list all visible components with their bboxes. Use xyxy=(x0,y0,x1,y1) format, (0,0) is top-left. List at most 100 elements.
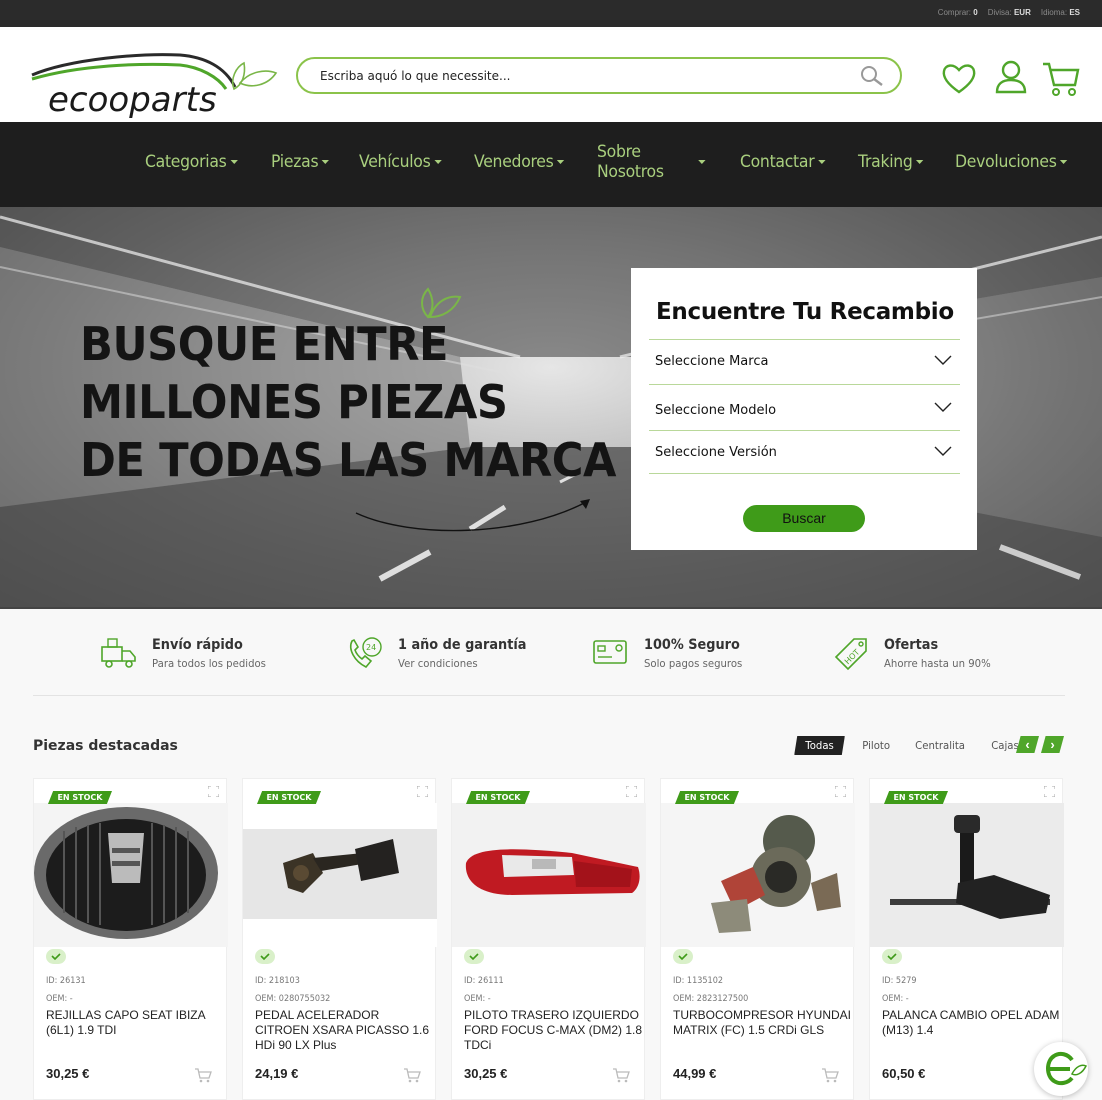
tab-todas[interactable]: Todas xyxy=(794,736,845,755)
nav-item-sobre-nosotros[interactable]: Sobre Nosotros xyxy=(597,142,706,182)
add-to-cart-icon[interactable] xyxy=(194,1067,212,1083)
nav-label: Venedores xyxy=(473,152,554,172)
featured-title: Piezas destacadas xyxy=(33,738,178,754)
expand-icon[interactable] xyxy=(626,786,637,797)
currency-selector[interactable]: Divisa: EUR xyxy=(988,8,1031,17)
product-card[interactable]: EN STOCK ID: 26111 OEM: - PILOTO TRASERO… xyxy=(451,778,646,1100)
tab-piloto[interactable]: Piloto xyxy=(862,739,890,752)
tab-cajas[interactable]: Cajas xyxy=(991,739,1019,752)
product-name[interactable]: PALANCA CAMBIO OPEL ADAM (M13) 1.4 xyxy=(882,1008,1060,1038)
nav-label: Categorias xyxy=(145,152,227,172)
add-to-cart-icon[interactable] xyxy=(821,1067,839,1083)
nav-item-contactar[interactable]: Contactar xyxy=(740,150,826,174)
caret-down-icon xyxy=(698,160,706,164)
hero-banner: BUSQUE ENTRE MILLONES PIEZAS DE TODAS LA… xyxy=(0,207,1102,608)
nav-item-devoluciones[interactable]: Devoluciones xyxy=(955,150,1068,174)
expand-icon[interactable] xyxy=(835,786,846,797)
product-card[interactable]: EN STOCK ID: 1135102 OEM: 2823127500 TUR… xyxy=(660,778,855,1100)
language-selector[interactable]: Idioma: ES xyxy=(1041,8,1080,17)
product-id: ID: 26111 xyxy=(464,976,504,986)
comprar-label: Comprar: xyxy=(937,8,972,17)
check-icon xyxy=(882,949,902,964)
heart-icon[interactable] xyxy=(940,59,978,97)
logo[interactable]: ecooparts xyxy=(30,43,280,118)
header: ecooparts xyxy=(0,27,1102,122)
search-bar xyxy=(296,57,902,94)
nav-label: Vehículos xyxy=(359,152,431,172)
select-label: Seleccione Marca xyxy=(655,354,769,369)
hero-title-line: BUSQUE ENTRE xyxy=(80,317,449,371)
hero-title: BUSQUE ENTRE MILLONES PIEZAS DE TODAS LA… xyxy=(80,315,617,489)
search-icon[interactable] xyxy=(860,65,884,87)
caret-down-icon xyxy=(434,160,442,164)
next-arrow-icon[interactable]: › xyxy=(1041,736,1064,753)
feature-title: Envío rápido xyxy=(152,637,243,653)
caret-down-icon xyxy=(230,160,238,164)
product-image[interactable] xyxy=(452,803,646,947)
caret-down-icon xyxy=(556,160,565,164)
prev-arrow-icon[interactable]: ‹ xyxy=(1016,736,1039,753)
product-name[interactable]: PEDAL ACELERADOR CITROEN XSARA PICASSO 1… xyxy=(255,1008,433,1053)
nav-item-traking[interactable]: Traking xyxy=(858,150,924,174)
feature-subtitle: Para todos los pedidos xyxy=(152,657,266,670)
product-card[interactable]: EN STOCK ID: 218103 OEM: 0280755032 PEDA… xyxy=(242,778,437,1100)
idioma-value: ES xyxy=(1069,8,1080,17)
product-oem: OEM: - xyxy=(882,994,909,1004)
select-version[interactable]: Seleccione Versión xyxy=(649,430,960,474)
select-label: Seleccione Modelo xyxy=(655,403,777,418)
divider xyxy=(33,695,1065,696)
buscar-button[interactable]: Buscar xyxy=(743,505,865,532)
product-name[interactable]: TURBOCOMPRESOR HYUNDAI MATRIX (FC) 1.5 C… xyxy=(673,1008,851,1038)
product-image[interactable] xyxy=(34,803,228,947)
user-icon[interactable] xyxy=(992,59,1030,97)
product-oem: OEM: 2823127500 xyxy=(673,994,749,1004)
finder-title: Encuentre Tu Recambio xyxy=(656,299,954,325)
product-card[interactable]: EN STOCK ID: 26131 OEM: - REJILLAS CAPO … xyxy=(33,778,228,1100)
chevron-down-icon xyxy=(934,446,952,456)
product-id: ID: 5279 xyxy=(882,976,917,986)
card-icon xyxy=(593,640,627,664)
comprar-value: 0 xyxy=(973,8,978,17)
product-image[interactable] xyxy=(661,803,855,947)
stock-badge: EN STOCK xyxy=(884,791,948,804)
add-to-cart-icon[interactable] xyxy=(403,1067,421,1083)
feature-title: Ofertas xyxy=(884,637,939,653)
feature-subtitle: Solo pagos seguros xyxy=(644,657,743,670)
expand-icon[interactable] xyxy=(1044,786,1055,797)
product-oem: OEM: - xyxy=(46,994,73,1004)
product-name[interactable]: REJILLAS CAPO SEAT IBIZA (6L1) 1.9 TDI xyxy=(46,1008,224,1038)
hot-tag-icon: HOT xyxy=(834,638,867,671)
expand-icon[interactable] xyxy=(417,786,428,797)
nav-item-vehiculos[interactable]: Vehículos xyxy=(359,150,442,174)
add-to-cart-icon[interactable] xyxy=(612,1067,630,1083)
select-modelo[interactable]: Seleccione Modelo xyxy=(649,384,960,428)
cart-icon[interactable] xyxy=(1042,59,1080,97)
stock-badge: EN STOCK xyxy=(675,791,739,804)
product-id: ID: 26131 xyxy=(46,976,86,986)
caret-down-icon xyxy=(1059,160,1068,164)
nav-item-venedores[interactable]: Venedores xyxy=(474,150,565,174)
nav-item-categorias[interactable]: Categorias xyxy=(145,150,238,174)
carousel-arrows: ‹ › xyxy=(1016,736,1064,753)
svg-text:24: 24 xyxy=(366,643,376,652)
caret-down-icon xyxy=(818,160,826,164)
idioma-label: Idioma: xyxy=(1040,8,1068,17)
search-input[interactable] xyxy=(320,67,840,85)
stock-badge: EN STOCK xyxy=(48,791,112,804)
eco-badge[interactable] xyxy=(1034,1042,1088,1096)
select-label: Seleccione Versión xyxy=(655,445,777,460)
tab-centralita[interactable]: Centralita xyxy=(915,739,965,752)
features-strip: Envío rápido Para todos los pedidos 24 1… xyxy=(0,609,1102,709)
product-name[interactable]: PILOTO TRASERO IZQUIERDO FORD FOCUS C-MA… xyxy=(464,1008,642,1053)
product-oem: OEM: 0280755032 xyxy=(255,994,331,1004)
check-icon xyxy=(673,949,693,964)
product-price: 30,25 € xyxy=(46,1066,90,1081)
nav-item-piezas[interactable]: Piezas xyxy=(271,150,329,174)
cart-count[interactable]: Comprar: 0 xyxy=(938,8,978,17)
product-image[interactable] xyxy=(870,803,1064,947)
select-marca[interactable]: Seleccione Marca xyxy=(649,339,960,383)
curved-arrow-icon xyxy=(355,499,590,532)
top-bar: Comprar: 0 Divisa: EUR Idioma: ES xyxy=(0,0,1102,27)
product-image[interactable] xyxy=(243,803,437,947)
expand-icon[interactable] xyxy=(208,786,219,797)
